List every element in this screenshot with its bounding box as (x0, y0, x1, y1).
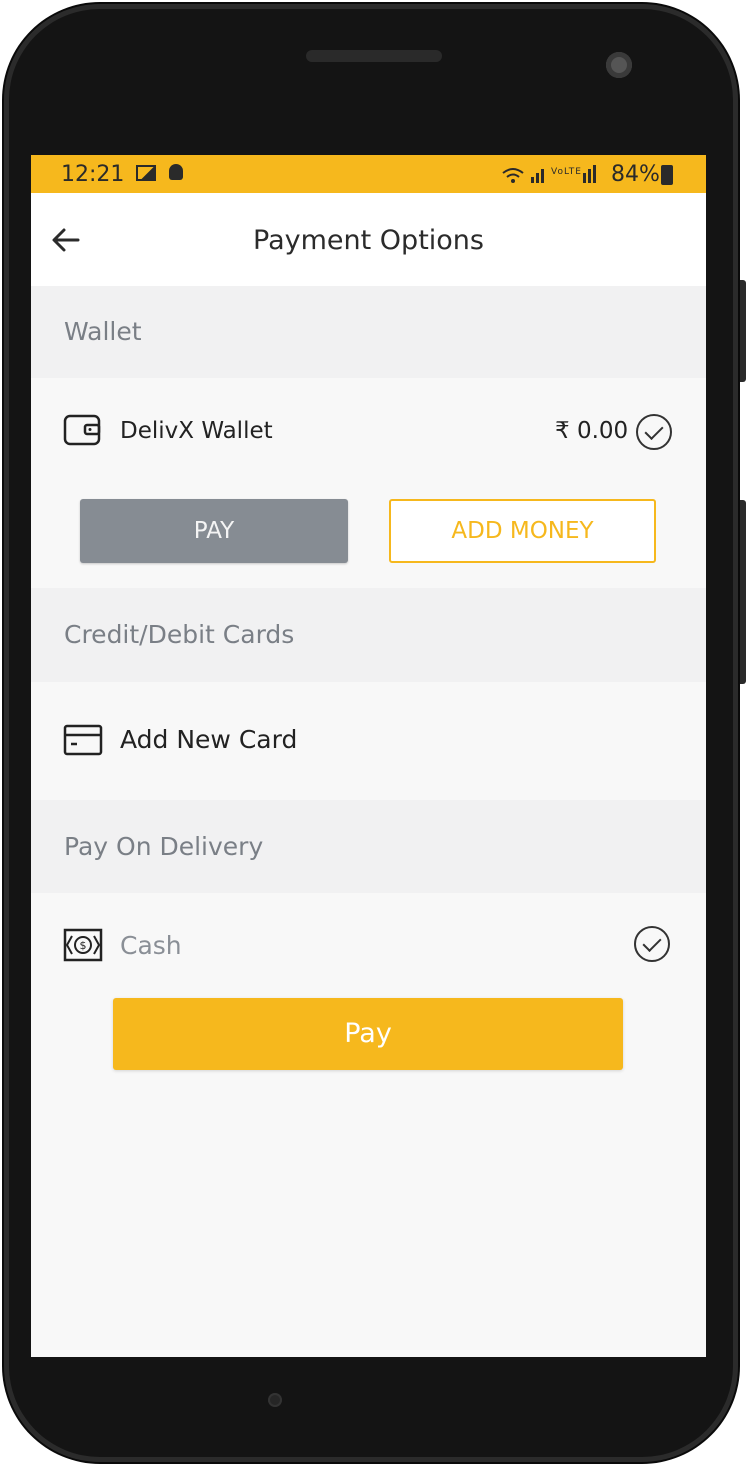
gallery-icon (136, 165, 156, 181)
cash-row[interactable]: $ Cash (31, 893, 706, 1357)
cash-label: Cash (120, 931, 182, 960)
section-header-wallet: Wallet (31, 286, 706, 378)
page-title: Payment Options (253, 225, 484, 256)
check-circle-icon[interactable] (636, 414, 672, 450)
wallet-pay-button[interactable]: PAY (80, 499, 348, 563)
app-screen: 12:21 VoLTE 84% Payment Options Wallet D… (31, 155, 706, 1357)
snapchat-icon (169, 164, 183, 180)
wallet-name: DelivX Wallet (120, 418, 273, 444)
section-title: Credit/Debit Cards (64, 620, 295, 649)
section-title: Pay On Delivery (64, 832, 264, 861)
wallet-balance: ₹ 0.00 (555, 418, 629, 444)
signal-icon: VoLTE (501, 163, 601, 189)
wallet-row[interactable]: DelivX Wallet ₹ 0.00 PAY ADD MONEY (31, 378, 706, 588)
section-title: Wallet (64, 317, 142, 346)
phone-side-button (740, 500, 746, 684)
pay-button[interactable]: Pay (113, 998, 623, 1070)
app-bar: Payment Options (31, 193, 706, 286)
credit-card-icon (63, 724, 103, 756)
add-card-row[interactable]: Add New Card (31, 682, 706, 800)
phone-side-button (740, 280, 746, 382)
add-card-label: Add New Card (120, 725, 298, 754)
add-money-button[interactable]: ADD MONEY (389, 499, 656, 563)
battery-icon (661, 165, 673, 185)
cash-icon: $ (63, 928, 103, 962)
wallet-icon (63, 414, 103, 446)
section-header-cards: Credit/Debit Cards (31, 588, 706, 682)
svg-text:VoLTE: VoLTE (551, 167, 582, 177)
phone-camera (606, 52, 632, 78)
status-bar: 12:21 VoLTE 84% (31, 155, 706, 193)
check-circle-icon[interactable] (634, 926, 670, 962)
svg-text:$: $ (80, 939, 87, 952)
section-header-pay-on-delivery: Pay On Delivery (31, 800, 706, 893)
phone-speaker (306, 50, 442, 62)
status-time: 12:21 (61, 162, 125, 187)
battery-percent: 84% (611, 162, 660, 187)
phone-home-dot (268, 1393, 282, 1407)
